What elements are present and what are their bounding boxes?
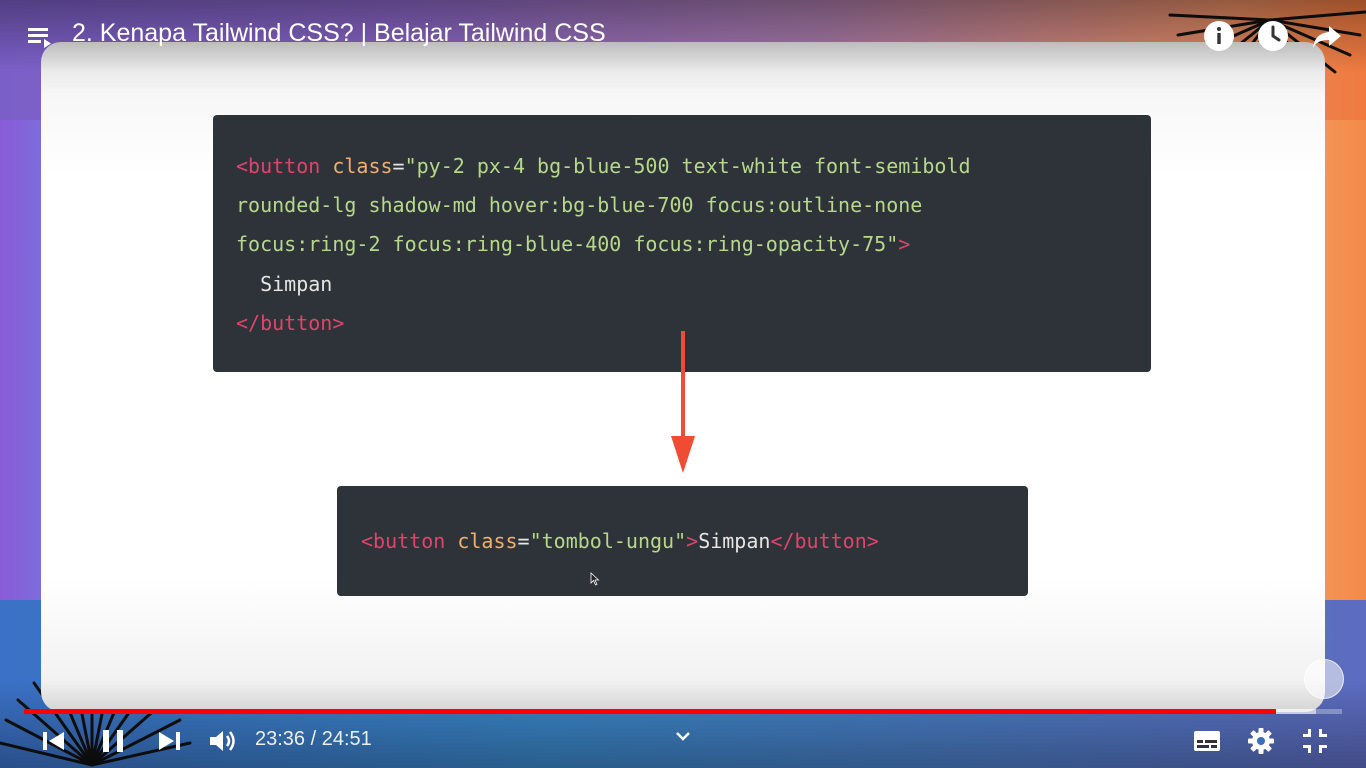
previous-icon[interactable] [38, 725, 70, 757]
next-icon[interactable] [153, 725, 185, 757]
subtitles-icon[interactable] [1191, 725, 1223, 757]
code-line-2: rounded-lg shadow-md hover:bg-blue-700 f… [236, 193, 923, 217]
video-title[interactable]: 2. Kenapa Tailwind CSS? | Belajar Tailwi… [72, 19, 606, 48]
code-line-1: <button class="py-2 px-4 bg-blue-500 tex… [236, 154, 971, 178]
player-controls-bar [0, 680, 1366, 768]
chevron-down-icon[interactable] [674, 729, 692, 743]
exit-fullscreen-icon[interactable] [1299, 725, 1331, 757]
code-line-3: focus:ring-2 focus:ring-blue-400 focus:r… [236, 232, 911, 256]
channel-watermark-icon[interactable] [1304, 659, 1344, 699]
time-display: 23:36 / 24:51 [255, 728, 372, 750]
settings-icon[interactable] [1245, 725, 1277, 757]
volume-icon[interactable] [206, 725, 238, 757]
code-line-5: </button> [236, 311, 345, 335]
progress-played [24, 709, 1277, 714]
mouse-cursor-icon [590, 572, 600, 586]
playlist-icon[interactable] [28, 24, 54, 50]
info-icon[interactable] [1203, 20, 1235, 52]
progress-bar[interactable] [24, 709, 1342, 714]
watch-later-icon[interactable] [1257, 20, 1289, 52]
code-line-custom: <button class="tombol-ungu">Simpan</butt… [361, 529, 879, 553]
share-icon[interactable] [1311, 20, 1343, 52]
pause-icon[interactable] [97, 725, 129, 757]
arrow-down-head [671, 436, 695, 473]
code-line-4: Simpan [236, 272, 333, 296]
code-block-custom-class: <button class="tombol-ungu">Simpan</butt… [337, 486, 1028, 596]
arrow-down-shaft [681, 331, 685, 443]
